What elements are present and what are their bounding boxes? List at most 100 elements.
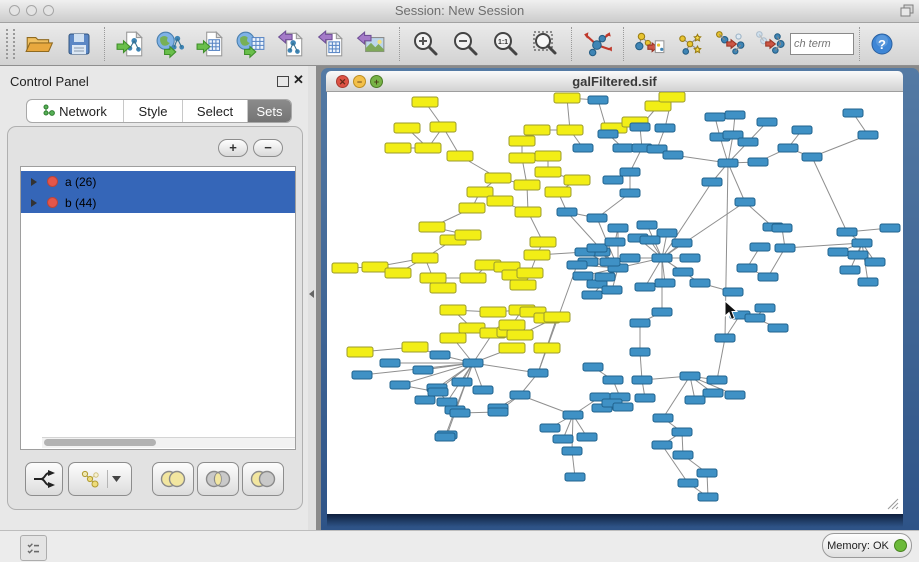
import-table-url-button[interactable] (231, 25, 271, 63)
graph-node-yellow[interactable] (514, 180, 540, 190)
network-from-selection-button[interactable] (630, 25, 670, 63)
graph-node-yellow[interactable] (507, 330, 533, 340)
graph-node-blue[interactable] (435, 433, 455, 441)
graph-node-blue[interactable] (748, 158, 768, 166)
graph-node-blue[interactable] (858, 131, 878, 139)
graph-node-yellow[interactable] (447, 151, 473, 161)
graph-node-blue[interactable] (715, 334, 735, 342)
graph-node-yellow[interactable] (460, 273, 486, 283)
graph-node-blue[interactable] (690, 279, 710, 287)
expand-set-arrow-icon[interactable] (31, 178, 37, 186)
graph-node-yellow[interactable] (385, 268, 411, 278)
graph-node-blue[interactable] (837, 228, 857, 236)
open-file-button[interactable] (19, 25, 59, 63)
zoom-fit-button[interactable]: 1:1 (486, 25, 526, 63)
graph-node-blue[interactable] (620, 254, 640, 262)
graph-node-yellow[interactable] (554, 93, 580, 103)
graph-node-blue[interactable] (840, 266, 860, 274)
intersection-sets-button[interactable] (197, 462, 239, 496)
graph-node-blue[interactable] (792, 126, 812, 134)
graph-node-blue[interactable] (723, 288, 743, 296)
graph-node-blue[interactable] (557, 208, 577, 216)
network-graph[interactable] (327, 92, 903, 514)
graph-node-blue[interactable] (390, 381, 410, 389)
zoom-selected-button[interactable] (526, 25, 566, 63)
graph-node-blue[interactable] (653, 414, 673, 422)
memory-status-button[interactable]: Memory: OK (822, 533, 912, 558)
graph-node-yellow[interactable] (430, 122, 456, 132)
difference-sets-button[interactable] (242, 462, 284, 496)
expand-set-arrow-icon[interactable] (31, 199, 37, 207)
graph-node-yellow[interactable] (459, 203, 485, 213)
import-table-file-button[interactable] (191, 25, 231, 63)
graph-node-blue[interactable] (577, 433, 597, 441)
graph-node-blue[interactable] (652, 308, 672, 316)
graph-node-yellow[interactable] (420, 273, 446, 283)
graph-node-blue[interactable] (573, 272, 593, 280)
graph-node-blue[interactable] (865, 258, 885, 266)
apply-layout-button[interactable] (578, 25, 618, 63)
graph-node-blue[interactable] (673, 268, 693, 276)
network-window-frame[interactable]: ✕ − + galFiltered.sif (321, 68, 919, 530)
graph-node-blue[interactable] (657, 229, 677, 237)
graph-node-blue[interactable] (632, 376, 652, 384)
graph-node-blue[interactable] (678, 479, 698, 487)
horizontal-scrollbar[interactable] (42, 437, 296, 448)
graph-node-blue[interactable] (630, 348, 650, 356)
show-all-button[interactable] (750, 25, 790, 63)
graph-node-blue[interactable] (637, 221, 657, 229)
graph-node-yellow[interactable] (485, 173, 511, 183)
graph-node-blue[interactable] (473, 386, 493, 394)
panel-splitter[interactable] (308, 66, 316, 530)
union-sets-button[interactable] (152, 462, 194, 496)
graph-node-blue[interactable] (463, 359, 483, 367)
graph-node-blue[interactable] (452, 378, 472, 386)
export-image-button[interactable] (351, 25, 391, 63)
graph-node-blue[interactable] (758, 273, 778, 281)
graph-node-yellow[interactable] (509, 136, 535, 146)
graph-node-blue[interactable] (735, 198, 755, 206)
graph-node-yellow[interactable] (415, 143, 441, 153)
sets-list[interactable]: a (26)b (44) (20, 166, 296, 450)
graph-node-blue[interactable] (565, 473, 585, 481)
graph-node-blue[interactable] (737, 264, 757, 272)
tab-sets[interactable]: Sets (248, 100, 291, 122)
graph-node-blue[interactable] (573, 144, 593, 152)
graph-node-blue[interactable] (602, 286, 622, 294)
split-set-button[interactable] (25, 462, 63, 496)
graph-node-blue[interactable] (635, 283, 655, 291)
zoom-in-button[interactable] (406, 25, 446, 63)
graph-node-blue[interactable] (603, 176, 623, 184)
graph-node-blue[interactable] (613, 144, 633, 152)
zoom-out-button[interactable] (446, 25, 486, 63)
graph-node-blue[interactable] (583, 363, 603, 371)
save-session-button[interactable] (59, 25, 99, 63)
graph-node-blue[interactable] (630, 319, 650, 327)
graph-node-blue[interactable] (510, 391, 530, 399)
graph-node-yellow[interactable] (499, 343, 525, 353)
task-monitor-button[interactable] (20, 535, 47, 561)
graph-node-blue[interactable] (858, 278, 878, 286)
graph-node-blue[interactable] (702, 178, 722, 186)
graph-node-blue[interactable] (707, 376, 727, 384)
graph-node-blue[interactable] (755, 304, 775, 312)
graph-node-blue[interactable] (380, 359, 400, 367)
graph-node-blue[interactable] (698, 493, 718, 501)
graph-node-blue[interactable] (540, 424, 560, 432)
graph-node-blue[interactable] (352, 371, 372, 379)
graph-node-blue[interactable] (663, 151, 683, 159)
graph-node-blue[interactable] (630, 123, 650, 131)
graph-node-yellow[interactable] (515, 207, 541, 217)
graph-node-blue[interactable] (725, 391, 745, 399)
graph-node-blue[interactable] (587, 214, 607, 222)
export-table-button[interactable] (311, 25, 351, 63)
graph-node-yellow[interactable] (440, 305, 466, 315)
close-panel-icon[interactable]: ✕ (293, 72, 304, 88)
graph-node-blue[interactable] (703, 389, 723, 397)
export-network-button[interactable] (271, 25, 311, 63)
graph-node-blue[interactable] (672, 428, 692, 436)
graph-node-blue[interactable] (778, 144, 798, 152)
graph-node-blue[interactable] (672, 239, 692, 247)
graph-node-yellow[interactable] (440, 333, 466, 343)
graph-node-yellow[interactable] (499, 320, 525, 330)
